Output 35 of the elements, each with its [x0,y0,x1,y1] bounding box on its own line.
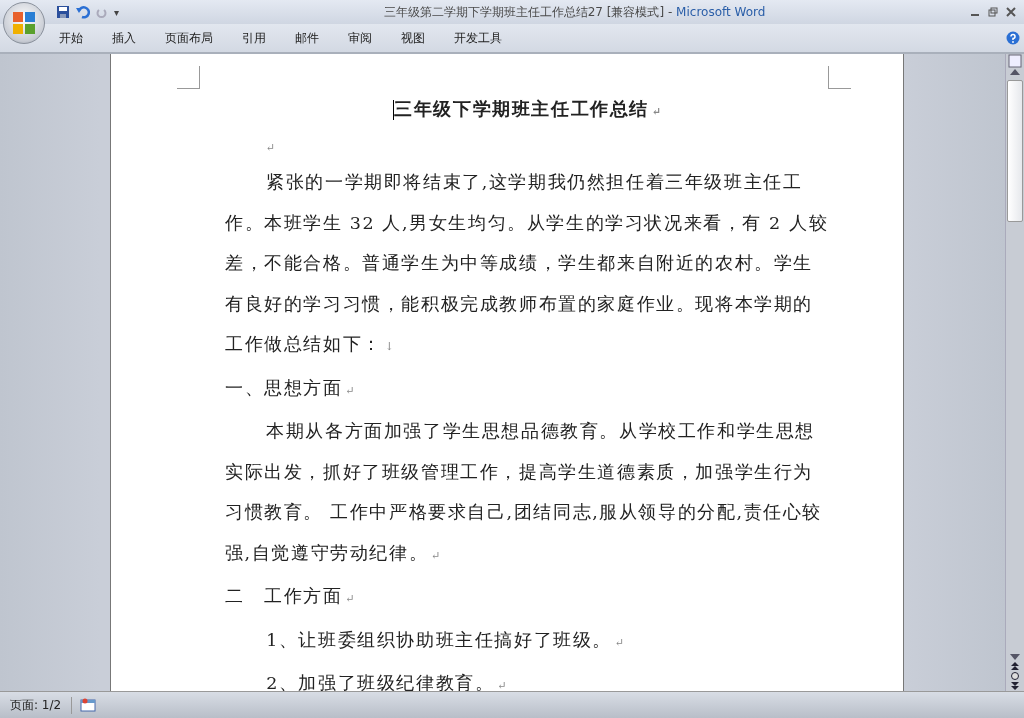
customize-toolbar-caret[interactable]: ▾ [114,6,120,18]
ribbon-tab[interactable]: 视图 [392,26,434,50]
close-icon[interactable] [1006,7,1016,17]
paragraph: 本期从各方面加强了学生思想品德教育。从学校工作和学生思想实际出发，抓好了班级管理工作，提高学生道德素质，加强学生行为习惯教育。 工作中严格要求自己,团结同志,服从领导的分配,责任心较强,自觉遵守劳动纪律。 ↵ [225,420,824,565]
margin-corner-mark [828,66,851,89]
page-count[interactable]: 页面: 1/2 [0,696,73,714]
paragraph: 1、让班委组织协助班主任搞好了班级。 ↵ [265,628,627,652]
ribbon-tab[interactable]: 邮件 [286,26,328,50]
empty-paragraph: ↵ [265,140,278,156]
previous-page-icon[interactable] [1010,661,1020,671]
paragraph: 紧张的一学期即将结束了,这学期我仍然担任着三年级班主任工作。本班学生 32 人,男女生均匀。从学生的学习状况来看，有 2 人较差，不能合格。普通学生为中等成绩，学生都来自附近的农村。学生有良好的学习习惯，能积极完成教师布置的家庭作业。现将本学期的工作做总结如下： ↓ [225,171,830,356]
save-icon[interactable] [56,5,70,19]
window-title: 三年级第二学期下学期班主任工作总结27 [兼容模式] - Microsoft Word [382,3,767,21]
ribbon-tab[interactable]: 页面布局 [156,26,222,50]
browse-object-icon[interactable] [1010,671,1020,681]
margin-corner-mark [177,66,200,89]
ribbon-tab[interactable]: 引用 [233,26,275,50]
restore-icon[interactable] [988,7,998,17]
office-logo-icon [12,11,36,35]
office-button[interactable] [3,2,45,44]
scroll-thumb[interactable] [1007,80,1023,222]
ruler-toggle-icon[interactable] [1008,54,1022,68]
proofing-icon[interactable] [80,698,97,712]
ribbon-tab[interactable]: 开始 [50,26,92,50]
ribbon-tab[interactable]: 插入 [103,26,145,50]
paragraph: 2、加强了班级纪律教育。 ↵ [265,672,510,691]
vertical-scrollbar[interactable] [1005,54,1024,691]
document-title: 三年级下学期班主任工作总结 ↵ [392,97,664,122]
help-icon[interactable] [1006,31,1020,45]
undo-icon[interactable] [76,5,90,19]
ribbon-tab[interactable]: 审阅 [339,26,381,50]
section-heading: 一、思想方面 ↵ [225,376,358,400]
ribbon-tab[interactable]: 开发工具 [445,26,511,50]
section-heading: 二 工作方面 ↵ [225,585,358,608]
scroll-down-icon[interactable] [1010,653,1020,661]
